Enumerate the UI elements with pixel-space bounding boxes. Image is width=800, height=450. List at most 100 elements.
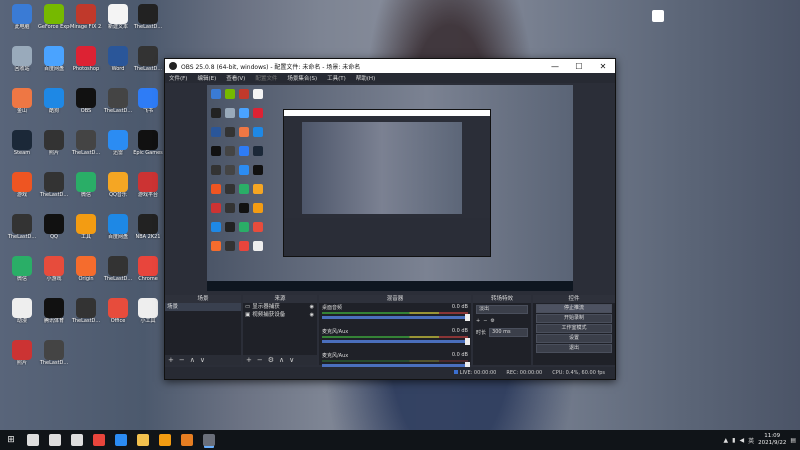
preview-canvas[interactable]	[207, 85, 573, 291]
desktop-shortcut[interactable]: 照片	[38, 128, 70, 166]
desktop-shortcut[interactable]: QQ	[38, 212, 70, 250]
taskview-taskbar-button[interactable]	[66, 430, 88, 450]
add-scene-button[interactable]: +	[168, 356, 174, 364]
battery-icon[interactable]: ▮	[732, 437, 735, 444]
desktop-shortcut[interactable]: 酷狗	[38, 86, 70, 124]
desktop-shortcut[interactable]: 百度网盘	[102, 212, 134, 250]
scene-item[interactable]: 场景	[165, 303, 241, 311]
transition-settings-button[interactable]: ⚙	[490, 318, 494, 324]
desktop-shortcut[interactable]: TheLastD...	[38, 338, 70, 376]
slider-knob[interactable]	[465, 314, 470, 321]
desktop-shortcut[interactable]: 百度网盘	[38, 44, 70, 82]
desktop-shortcut[interactable]: 小游戏	[38, 254, 70, 292]
desktop-shortcut[interactable]: 动漫	[6, 296, 38, 334]
desktop-shortcut[interactable]: NBA 2K21	[132, 212, 164, 250]
remove-transition-button[interactable]: −	[483, 318, 487, 324]
menu-help[interactable]: 帮助(H)	[356, 74, 375, 82]
window-titlebar[interactable]: OBS 25.0.8 (64-bit, windows) - 配置文件: 未命名…	[165, 59, 615, 73]
cortana-taskbar-button[interactable]	[44, 430, 66, 450]
desktop-shortcut[interactable]: OBS	[70, 86, 102, 124]
sublime-taskbar-button[interactable]	[154, 430, 176, 450]
tray-shirt-icon[interactable]	[652, 10, 664, 22]
desktop-shortcut[interactable]: Word	[102, 44, 134, 82]
desktop-shortcut[interactable]: 此电脑	[6, 2, 38, 40]
move-source-up-button[interactable]: ∧	[279, 356, 284, 364]
network-icon[interactable]: ▲	[724, 437, 729, 444]
move-scene-up-button[interactable]: ∧	[190, 356, 195, 364]
studio-mode-button[interactable]: 工作室模式	[536, 324, 612, 333]
desktop-shortcut[interactable]: 微信	[70, 170, 102, 208]
desktop-shortcut[interactable]: TheLastD...	[6, 212, 38, 250]
desktop-shortcut[interactable]: 游戏平台	[132, 170, 164, 208]
duration-input[interactable]: 300 ms	[489, 328, 528, 337]
add-transition-button[interactable]: +	[476, 318, 480, 324]
desktop-shortcut[interactable]: 迅雷	[102, 128, 134, 166]
desktop-shortcut[interactable]: 腾讯体育	[38, 296, 70, 334]
notification-icon[interactable]: ▤	[790, 437, 796, 444]
source-item[interactable]: ▣ 视频捕获设备 ◉	[243, 311, 317, 319]
windows-icon[interactable]: ⊞	[0, 430, 22, 450]
menu-scene-collection[interactable]: 场景集合(S)	[287, 74, 317, 82]
obs-taskbar-button[interactable]	[198, 430, 220, 450]
office-taskbar-button[interactable]	[176, 430, 198, 450]
stop-streaming-button[interactable]: 停止推流	[536, 304, 612, 313]
menu-file[interactable]: 文件(F)	[169, 74, 187, 82]
start-recording-button[interactable]: 开始录制	[536, 314, 612, 323]
volume-icon[interactable]: ◀	[739, 437, 744, 444]
visibility-eye-icon[interactable]: ◉	[310, 303, 314, 311]
desktop-shortcut[interactable]: 飞书	[132, 86, 164, 124]
desktop-shortcut[interactable]: Office	[102, 296, 134, 334]
volume-slider[interactable]	[322, 314, 470, 321]
clock[interactable]: 11:09 2021/9/22	[758, 433, 786, 447]
remove-source-button[interactable]: −	[257, 356, 263, 364]
minimize-button[interactable]: —	[543, 62, 567, 71]
desktop-shortcut[interactable]: Chrome	[132, 254, 164, 292]
desktop-shortcut[interactable]: 微信	[6, 254, 38, 292]
source-item[interactable]: ▭ 显示器捕获 ◉	[243, 303, 317, 311]
desktop-shortcut[interactable]: Origin	[70, 254, 102, 292]
search-taskbar-button[interactable]	[22, 430, 44, 450]
desktop-shortcut[interactable]: GeForce Experience	[38, 2, 70, 40]
desktop-shortcut[interactable]: TheLastD...	[38, 170, 70, 208]
add-source-button[interactable]: +	[246, 356, 252, 364]
ime-indicator[interactable]: 英	[748, 436, 754, 445]
move-scene-down-button[interactable]: ∨	[200, 356, 205, 364]
source-settings-button[interactable]: ⚙	[268, 356, 274, 364]
desktop-shortcut[interactable]: TheLastD...	[70, 296, 102, 334]
menu-view[interactable]: 查看(V)	[226, 74, 245, 82]
settings-button[interactable]: 设置	[536, 334, 612, 343]
desktop-shortcut[interactable]: 金山	[6, 86, 38, 124]
visibility-eye-icon[interactable]: ◉	[310, 311, 314, 319]
maximize-button[interactable]: ☐	[567, 62, 591, 71]
desktop-shortcut[interactable]: 工具	[70, 212, 102, 250]
desktop-shortcut[interactable]: 游戏	[6, 170, 38, 208]
desktop-shortcut[interactable]: Photoshop	[70, 44, 102, 82]
exit-button[interactable]: 退出	[536, 344, 612, 353]
desktop-shortcut[interactable]: TheLastD...	[70, 128, 102, 166]
desktop-shortcut[interactable]: 回收站	[6, 44, 38, 82]
desktop-shortcut[interactable]: Mirage FIX 2.0	[70, 2, 102, 40]
volume-slider[interactable]	[322, 338, 470, 345]
desktop-shortcut[interactable]: 照片	[6, 338, 38, 376]
obs-window[interactable]: OBS 25.0.8 (64-bit, windows) - 配置文件: 未命名…	[164, 58, 616, 380]
remove-scene-button[interactable]: −	[179, 356, 185, 364]
desktop-shortcut[interactable]: Epic Games	[132, 128, 164, 166]
menu-tools[interactable]: 工具(T)	[327, 74, 346, 82]
desktop-shortcut[interactable]: TheLastD...	[102, 86, 134, 124]
menu-edit[interactable]: 编辑(E)	[197, 74, 216, 82]
desktop-shortcut[interactable]: TheLastD...	[102, 254, 134, 292]
desktop-shortcut[interactable]: 新建文本	[102, 2, 134, 40]
move-source-down-button[interactable]: ∨	[289, 356, 294, 364]
desktop-shortcut[interactable]: Steam	[6, 128, 38, 166]
desktop-shortcut[interactable]: TheLastD...	[132, 2, 164, 40]
desktop-shortcut[interactable]: QQ音乐	[102, 170, 134, 208]
desktop-shortcut[interactable]: 小工具	[132, 296, 164, 334]
transition-select[interactable]: 淡出	[476, 305, 528, 314]
explorer-taskbar-button[interactable]	[132, 430, 154, 450]
close-button[interactable]: ✕	[591, 62, 615, 71]
chrome-taskbar-button[interactable]	[88, 430, 110, 450]
slider-knob[interactable]	[465, 338, 470, 345]
desktop-shortcut[interactable]: TheLastD...	[132, 44, 164, 82]
qqbrowser-taskbar-button[interactable]	[110, 430, 132, 450]
menu-profile[interactable]: 配置文件	[255, 74, 277, 82]
